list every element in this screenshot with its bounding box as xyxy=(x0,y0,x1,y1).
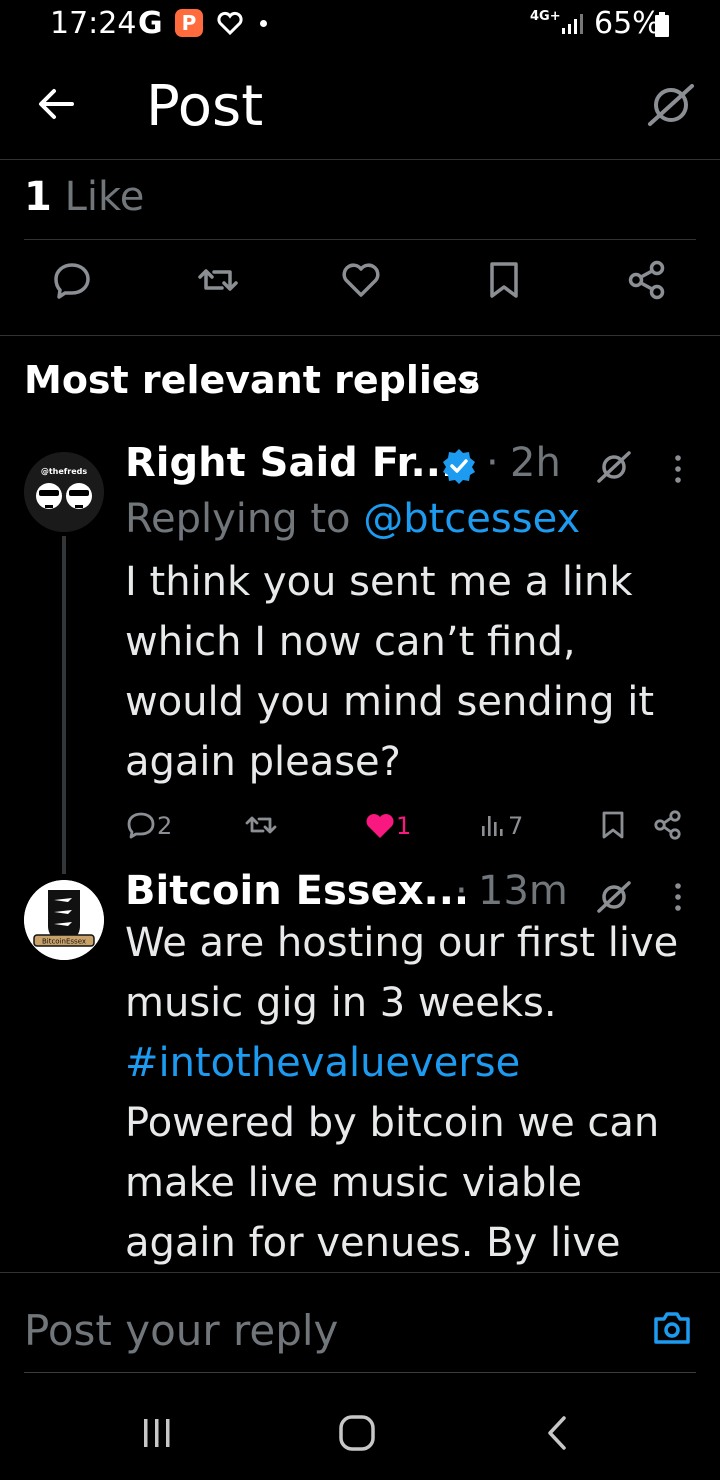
reply-text-line: We are hosting our first live xyxy=(125,920,679,966)
reply-input[interactable]: Post your reply xyxy=(24,1306,338,1355)
chevron-down-icon[interactable] xyxy=(456,374,480,392)
reply-body: We are hosting our first live music gig … xyxy=(125,913,678,1273)
heart-outline-status-icon xyxy=(216,10,244,36)
post-action-row xyxy=(0,260,720,320)
reply-time[interactable]: 2h xyxy=(510,440,561,486)
reply-time[interactable]: 13m xyxy=(478,868,568,914)
reply-text-line: make live music viable xyxy=(125,1160,583,1206)
reply-text-line: which I now can’t find, xyxy=(125,619,576,665)
reply-text-line: music gig in 3 weeks. xyxy=(125,980,557,1026)
avatar-handle-text: @thefreds xyxy=(41,467,88,476)
recent-apps-icon[interactable] xyxy=(140,1416,174,1450)
battery-percent: 65% xyxy=(594,6,661,41)
reply-like-filled-icon[interactable] xyxy=(364,812,396,840)
reply-text-line: again please? xyxy=(125,739,401,785)
reply-like-count: 1 xyxy=(396,812,412,840)
replying-to-handle-link[interactable]: @btcessex xyxy=(363,496,580,542)
reply-separator: · xyxy=(455,868,468,914)
likes-divider xyxy=(24,239,696,240)
header-divider xyxy=(0,159,720,160)
hashtag-link[interactable]: #intothevalueverse xyxy=(125,1033,678,1093)
camera-icon[interactable] xyxy=(652,1310,692,1346)
reply-separator: · xyxy=(486,440,499,486)
reply-text-line: again for venues. By live xyxy=(125,1220,621,1266)
signal-icon xyxy=(560,12,586,36)
actions-divider xyxy=(0,335,720,336)
reply-comment-count: 2 xyxy=(157,812,173,840)
status-bar: 17:24 G P 4G+ 65% xyxy=(0,0,720,50)
notification-dot-icon xyxy=(260,20,267,27)
back-arrow-icon[interactable] xyxy=(36,84,76,124)
reply-share-icon[interactable] xyxy=(652,810,684,840)
reply-author-name[interactable]: Bitcoin Essex... xyxy=(125,868,469,914)
likes-count-link[interactable]: 1 Like xyxy=(24,174,144,220)
grok-icon[interactable] xyxy=(596,450,632,484)
page-title: Post xyxy=(146,74,264,139)
home-icon[interactable] xyxy=(338,1414,376,1452)
repost-icon[interactable] xyxy=(196,260,240,300)
reply-icon[interactable] xyxy=(52,260,92,300)
grok-icon[interactable] xyxy=(646,82,696,128)
more-options-icon[interactable] xyxy=(672,454,684,484)
reply-repost-icon[interactable] xyxy=(244,811,278,839)
reply-views-count: 7 xyxy=(508,812,524,840)
reply-text-line: would you mind sending it xyxy=(125,679,655,725)
avatar-right-said-fred[interactable]: @thefreds xyxy=(24,452,104,532)
likes-count: 1 xyxy=(24,174,52,220)
replying-to-line: Replying to @btcessex xyxy=(125,496,580,542)
more-options-icon[interactable] xyxy=(672,882,684,912)
battery-icon xyxy=(654,12,670,38)
back-nav-icon[interactable] xyxy=(544,1414,570,1452)
status-time: 17:24 xyxy=(50,6,137,41)
replies-sort-title[interactable]: Most relevant replies xyxy=(24,358,480,402)
likes-label: Like xyxy=(64,174,145,220)
reply-bookmark-icon[interactable] xyxy=(600,810,626,840)
reply-comment-icon[interactable] xyxy=(126,811,156,839)
app-badge-icon: P xyxy=(175,9,203,37)
system-nav-bar xyxy=(0,1384,720,1480)
share-icon[interactable] xyxy=(626,260,668,300)
reply-text-line: I think you sent me a link xyxy=(125,559,633,605)
bookmark-icon[interactable] xyxy=(486,260,522,300)
reply-views-icon[interactable] xyxy=(480,812,506,838)
thread-connector-line xyxy=(62,536,66,874)
replying-to-prefix: Replying to xyxy=(125,496,351,542)
grok-icon[interactable] xyxy=(596,880,632,914)
like-icon[interactable] xyxy=(340,260,382,300)
carrier-g: G xyxy=(138,6,163,41)
composer-divider xyxy=(24,1372,696,1373)
avatar-banner-text: BitcoinEssex xyxy=(42,938,86,946)
reply-body: I think you sent me a link which I now c… xyxy=(125,552,654,792)
reply-text-line: Powered by bitcoin we can xyxy=(125,1100,660,1146)
reply-author-name[interactable]: Right Said Fr... xyxy=(125,440,456,486)
avatar-bitcoin-essex[interactable]: BitcoinEssex xyxy=(24,880,104,960)
network-type: 4G+ xyxy=(530,9,561,24)
verified-badge-icon xyxy=(440,447,478,485)
